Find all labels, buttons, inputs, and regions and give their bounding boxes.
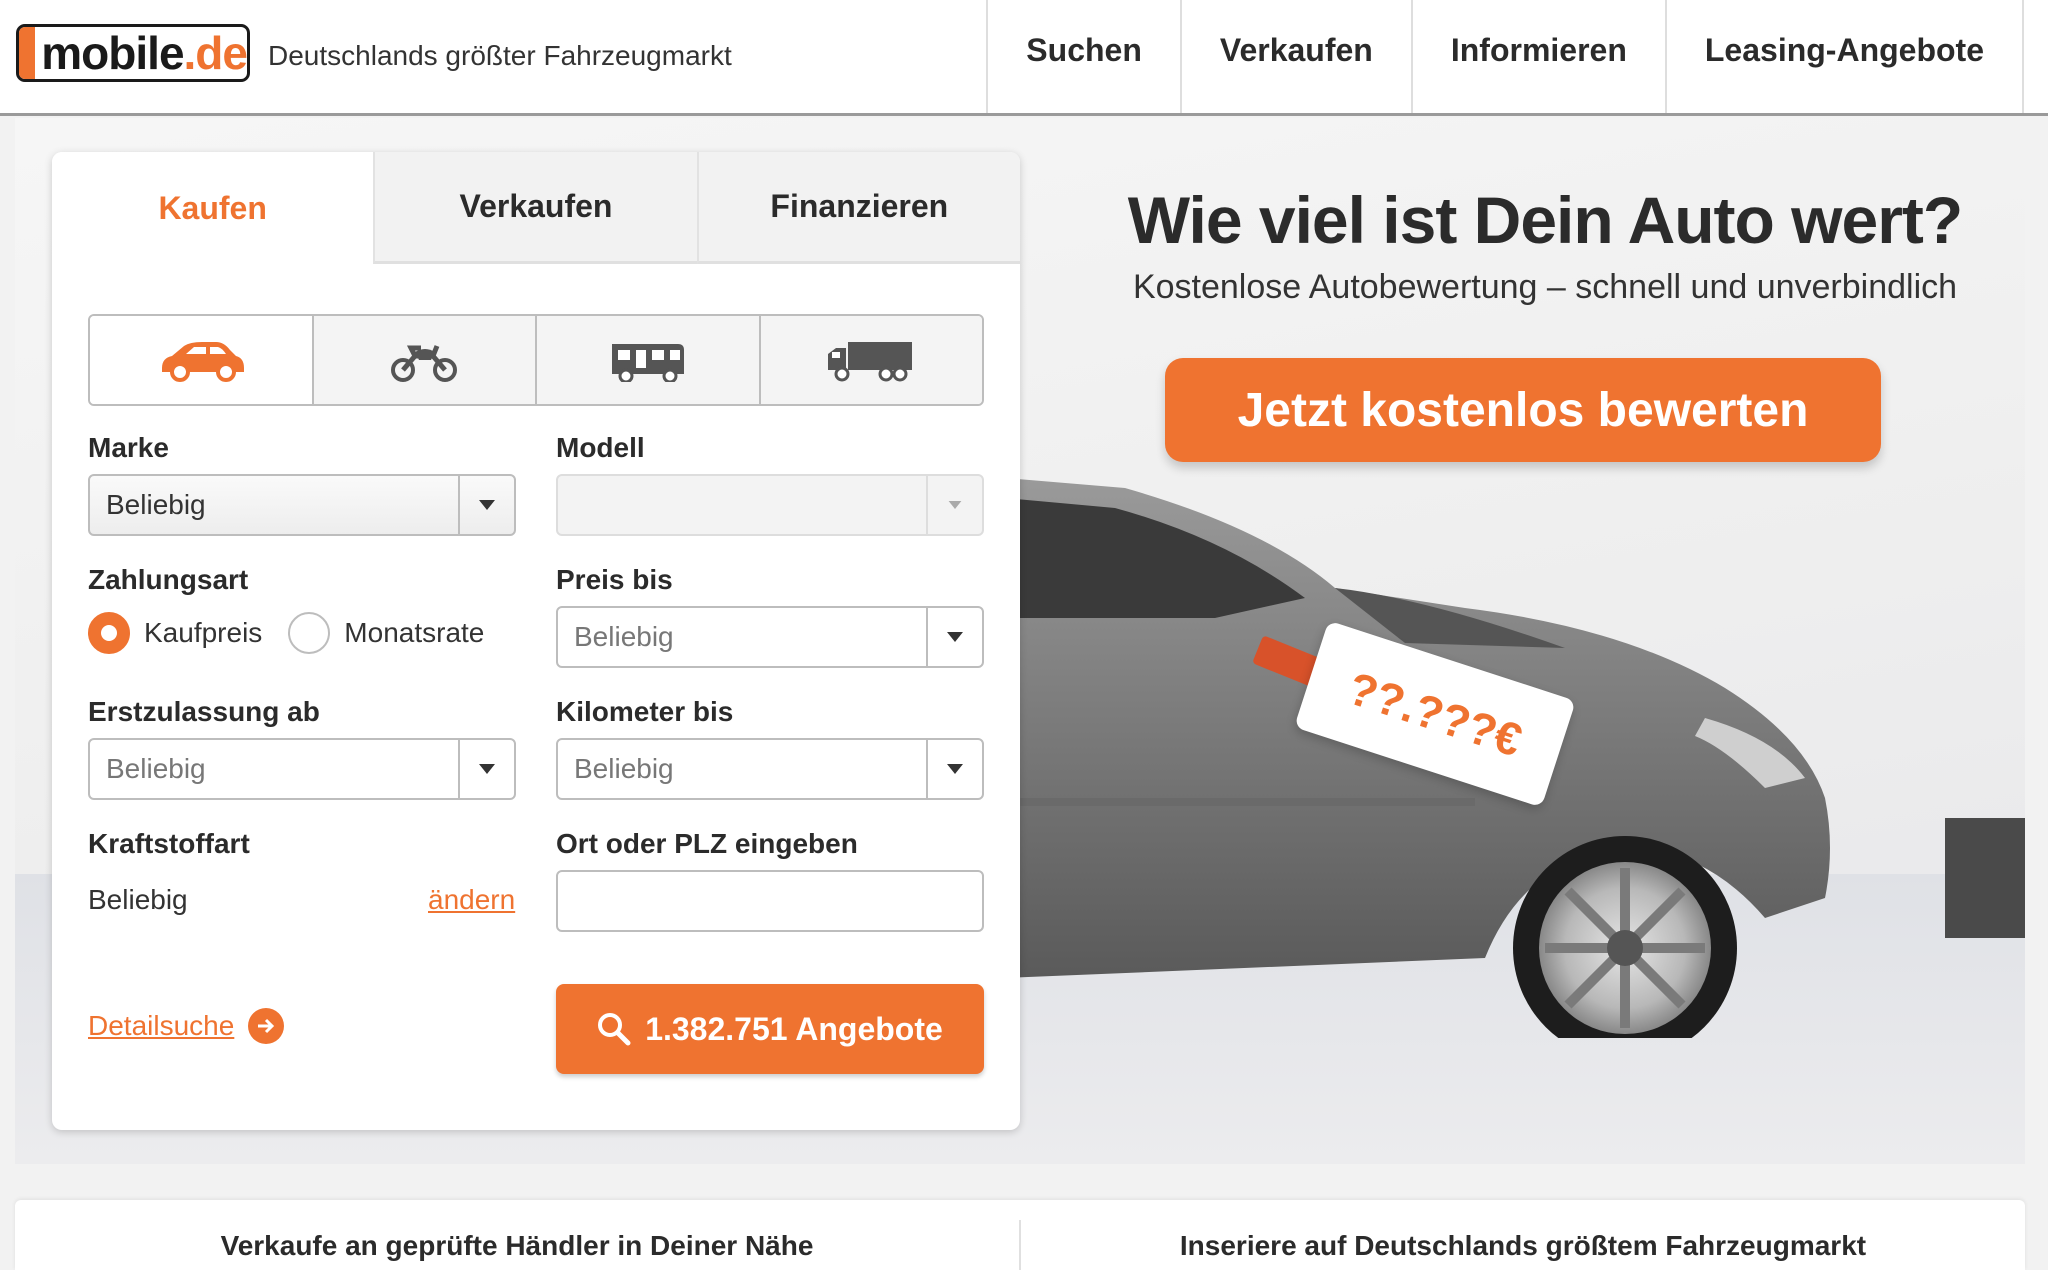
- kraftstoff-value: Beliebig: [88, 884, 188, 915]
- search-panel: Kaufen Verkaufen Finanzieren Marke Belie…: [52, 152, 1020, 1130]
- motorhome-icon: [611, 344, 684, 382]
- preis-value: Beliebig: [574, 621, 674, 652]
- bottom-dealer-teaser[interactable]: Verkaufe an geprüfte Händler in Deiner N…: [15, 1200, 1019, 1270]
- chevron-down-icon: [926, 740, 982, 798]
- truck-icon: [828, 342, 913, 382]
- zahlungsart-label: Zahlungsart: [88, 564, 249, 595]
- preis-label: Preis bis: [556, 564, 673, 595]
- tab-kaufen[interactable]: Kaufen: [52, 152, 374, 264]
- detailsuche-label: Detailsuche: [88, 1010, 235, 1041]
- tab-verkaufen[interactable]: Verkaufen: [373, 152, 697, 264]
- search-submit-label: 1.382.751 Angebote: [645, 1010, 943, 1047]
- mobile-de-logo[interactable]: mobile.de: [16, 24, 250, 82]
- vehicle-car-button[interactable]: [90, 316, 312, 404]
- car-icon: [161, 342, 244, 382]
- radio-kaufpreis-label: Kaufpreis: [144, 617, 263, 648]
- kraftstoff-label: Kraftstoffart: [88, 828, 250, 859]
- bottom-listing-teaser[interactable]: Inseriere auf Deutschlands größtem Fahrz…: [1021, 1200, 2025, 1270]
- site-tagline: Deutschlands größter Fahrzeugmarkt: [268, 40, 732, 71]
- vehicle-motorcycle-button[interactable]: [311, 316, 535, 404]
- nav-informieren[interactable]: Informieren: [1410, 0, 1665, 113]
- nav-suchen[interactable]: Suchen: [986, 0, 1180, 113]
- tab-finanzieren[interactable]: Finanzieren: [696, 152, 1020, 264]
- chevron-down-icon: [458, 740, 514, 798]
- bottom-info-strip: Verkaufe an geprüfte Händler in Deiner N…: [15, 1200, 2025, 1270]
- chevron-down-icon: [458, 476, 514, 534]
- logo-orange-bar: [19, 27, 36, 79]
- radio-monatsrate[interactable]: [288, 612, 331, 654]
- kilometer-label: Kilometer bis: [556, 696, 734, 727]
- arrow-right-icon: [248, 1008, 285, 1044]
- marke-value: Beliebig: [106, 489, 206, 520]
- detailsuche-link[interactable]: Detailsuche: [88, 1008, 285, 1044]
- erstzulassung-value: Beliebig: [106, 753, 206, 784]
- erstzulassung-select[interactable]: Beliebig: [88, 738, 516, 800]
- search-submit-button[interactable]: 1.382.751 Angebote: [556, 984, 984, 1074]
- chevron-down-icon: [926, 608, 982, 666]
- nav-leasing-angebote[interactable]: Leasing-Angebote: [1664, 0, 2024, 113]
- search-tabs: Kaufen Verkaufen Finanzieren: [52, 152, 1020, 264]
- vehicle-truck-button[interactable]: [758, 316, 982, 404]
- logo-text: mobile.de: [41, 27, 247, 79]
- kraftstoff-change-link[interactable]: ändern: [428, 884, 515, 916]
- nav-verkaufen[interactable]: Verkaufen: [1179, 0, 1411, 113]
- vehicle-motorhome-button[interactable]: [535, 316, 759, 404]
- motorcycle-icon: [391, 345, 458, 382]
- ort-plz-input[interactable]: [556, 870, 984, 932]
- vehicle-type-selector: [88, 314, 984, 406]
- erstzulassung-label: Erstzulassung ab: [88, 696, 320, 727]
- modell-label: Modell: [556, 432, 645, 463]
- main-nav: Suchen Verkaufen Informieren Leasing-Ang…: [986, 0, 2048, 113]
- site-header: mobile.de Deutschlands größter Fahrzeugm…: [0, 0, 2048, 116]
- modell-select[interactable]: [556, 474, 984, 536]
- kilometer-value: Beliebig: [574, 753, 674, 784]
- marke-select[interactable]: Beliebig: [88, 474, 516, 536]
- hero-subtitle: Kostenlose Autobewertung – schnell und u…: [1132, 268, 1958, 306]
- marke-label: Marke: [88, 432, 169, 463]
- preis-select[interactable]: Beliebig: [556, 606, 984, 668]
- kilometer-select[interactable]: Beliebig: [556, 738, 984, 800]
- radio-monatsrate-label: Monatsrate: [344, 617, 485, 648]
- hero-title: Wie viel ist Dein Auto wert?: [1127, 183, 1963, 257]
- radio-kaufpreis[interactable]: [88, 612, 130, 654]
- search-icon: [598, 1013, 631, 1046]
- chevron-down-icon: [926, 476, 982, 534]
- zahlungsart-radio-group: Kaufpreis Monatsrate: [88, 612, 510, 654]
- ort-label: Ort oder PLZ eingeben: [556, 828, 858, 859]
